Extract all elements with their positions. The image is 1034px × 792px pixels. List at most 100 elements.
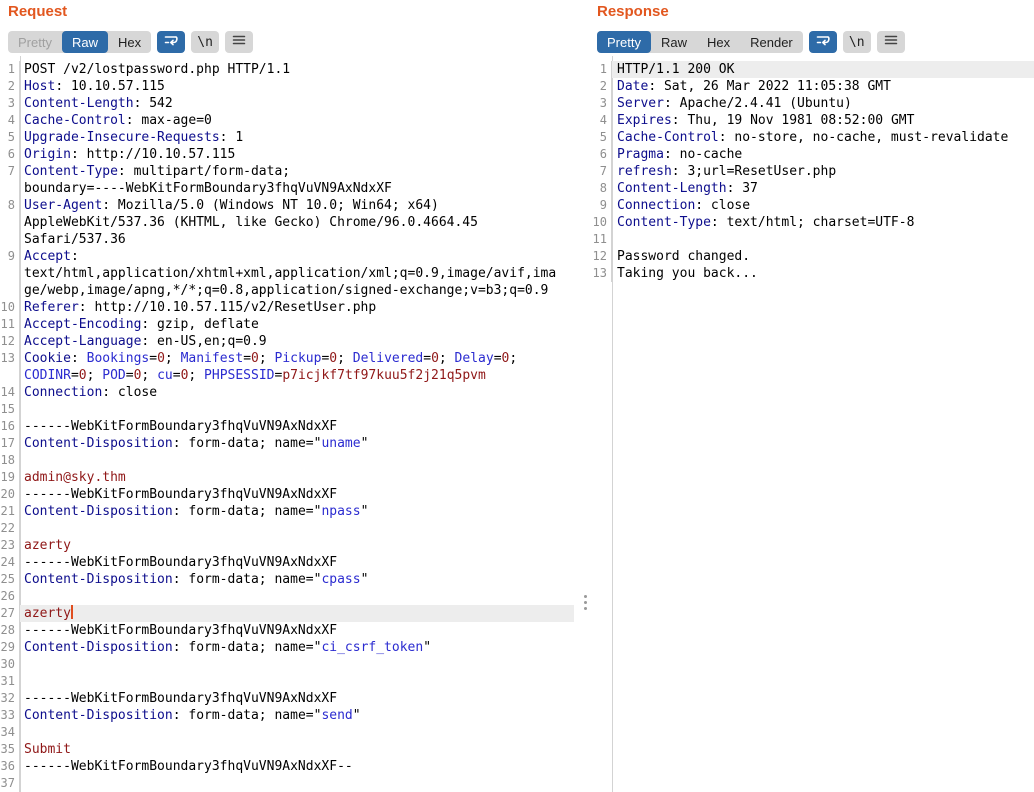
response-tab-pretty[interactable]: Pretty — [597, 31, 651, 53]
request-line-wrap: boundary=----WebKitFormBoundary3fhqVuVN9… — [0, 180, 589, 197]
request-tab-group: PrettyRawHex — [8, 31, 151, 53]
request-line-content[interactable]: Referer: http://10.10.57.115/v2/ResetUse… — [20, 299, 574, 316]
request-line-10: 10Referer: http://10.10.57.115/v2/ResetU… — [0, 299, 589, 316]
request-line-content[interactable]: Accept-Encoding: gzip, deflate — [20, 316, 574, 333]
line-number: 30 — [0, 656, 20, 673]
request-line-content[interactable]: Host: 10.10.57.115 — [20, 78, 574, 95]
request-line-content[interactable] — [20, 724, 574, 741]
request-line-content[interactable]: Safari/537.36 — [20, 231, 574, 248]
request-line-content[interactable]: Origin: http://10.10.57.115 — [20, 146, 574, 163]
response-line-9: 9Connection: close — [589, 197, 1034, 214]
response-panel-title: Response — [597, 3, 669, 20]
wrap-lines-button[interactable] — [809, 31, 837, 53]
line-number: 28 — [0, 622, 20, 639]
request-line-content[interactable] — [20, 588, 574, 605]
request-line-content[interactable]: Content-Disposition: form-data; name="un… — [20, 435, 574, 452]
request-line-35: 35Submit — [0, 741, 589, 758]
line-number: 6 — [589, 146, 612, 163]
request-line-content[interactable]: azerty — [20, 537, 574, 554]
request-line-content[interactable]: User-Agent: Mozilla/5.0 (Windows NT 10.0… — [20, 197, 574, 214]
response-line-content[interactable]: Taking you back... — [612, 265, 1034, 282]
request-line-21: 21Content-Disposition: form-data; name="… — [0, 503, 589, 520]
request-line-content[interactable]: ------WebKitFormBoundary3fhqVuVN9AxNdxXF… — [20, 758, 574, 775]
request-tab-raw[interactable]: Raw — [62, 31, 108, 53]
response-line-content[interactable]: Cache-Control: no-store, no-cache, must-… — [612, 129, 1034, 146]
request-line-content[interactable]: ------WebKitFormBoundary3fhqVuVN9AxNdxXF — [20, 486, 574, 503]
request-line-content[interactable]: Cache-Control: max-age=0 — [20, 112, 574, 129]
request-line-content[interactable]: AppleWebKit/537.36 (KHTML, like Gecko) C… — [20, 214, 574, 231]
request-line-content[interactable]: Content-Type: multipart/form-data; — [20, 163, 574, 180]
line-number: 8 — [0, 197, 20, 214]
show-newlines-button[interactable]: \n — [191, 31, 219, 53]
request-line-content[interactable]: Content-Disposition: form-data; name="ci… — [20, 639, 574, 656]
response-line-content[interactable]: refresh: 3;url=ResetUser.php — [612, 163, 1034, 180]
request-line-content[interactable] — [20, 775, 574, 792]
request-line-content[interactable]: Submit — [20, 741, 574, 758]
line-number: 11 — [0, 316, 20, 333]
request-editor[interactable]: 1POST /v2/lostpassword.php HTTP/1.12Host… — [0, 61, 589, 792]
show-newlines-button[interactable]: \n — [843, 31, 871, 53]
response-tab-raw[interactable]: Raw — [651, 31, 697, 53]
request-tab-hex[interactable]: Hex — [108, 31, 151, 53]
response-line-content[interactable]: Pragma: no-cache — [612, 146, 1034, 163]
request-line-content[interactable]: Content-Disposition: form-data; name="se… — [20, 707, 574, 724]
request-line-content[interactable] — [20, 520, 574, 537]
editor-menu-button[interactable] — [225, 31, 253, 53]
request-panel-title: Request — [8, 3, 67, 20]
request-line-25: 25Content-Disposition: form-data; name="… — [0, 571, 589, 588]
request-line-wrap: ge/webp,image/apng,*/*;q=0.8,application… — [0, 282, 589, 299]
response-line-7: 7refresh: 3;url=ResetUser.php — [589, 163, 1034, 180]
editor-menu-button[interactable] — [877, 31, 905, 53]
response-line-content[interactable]: Content-Type: text/html; charset=UTF-8 — [612, 214, 1034, 231]
request-line-content[interactable]: POST /v2/lostpassword.php HTTP/1.1 — [20, 61, 574, 78]
wrap-lines-icon — [815, 32, 831, 53]
request-line-content[interactable]: ------WebKitFormBoundary3fhqVuVN9AxNdxXF — [20, 554, 574, 571]
response-tab-render[interactable]: Render — [740, 31, 803, 53]
request-line-22: 22 — [0, 520, 589, 537]
request-line-content[interactable]: Upgrade-Insecure-Requests: 1 — [20, 129, 574, 146]
response-line-content[interactable] — [612, 231, 1034, 248]
line-number: 19 — [0, 469, 20, 486]
response-line-content[interactable]: Content-Length: 37 — [612, 180, 1034, 197]
request-line-content[interactable]: azerty — [20, 605, 574, 622]
request-line-content[interactable]: Accept: — [20, 248, 574, 265]
request-line-content[interactable]: CODINR=0; POD=0; cu=0; PHPSESSID=p7icjkf… — [20, 367, 574, 384]
request-line-content[interactable] — [20, 452, 574, 469]
response-line-content[interactable]: Date: Sat, 26 Mar 2022 11:05:38 GMT — [612, 78, 1034, 95]
panel-resize-grip[interactable] — [582, 593, 589, 612]
request-line-content[interactable]: admin@sky.thm — [20, 469, 574, 486]
request-line-content[interactable]: text/html,application/xhtml+xml,applicat… — [20, 265, 574, 282]
request-line-content[interactable] — [20, 401, 574, 418]
request-tab-pretty[interactable]: Pretty — [8, 31, 62, 53]
line-number: 11 — [589, 231, 612, 248]
response-line-content[interactable]: HTTP/1.1 200 OK — [612, 61, 1034, 78]
request-line-19: 19admin@sky.thm — [0, 469, 589, 486]
request-line-content[interactable] — [20, 673, 574, 690]
request-line-content[interactable]: Content-Disposition: form-data; name="cp… — [20, 571, 574, 588]
request-line-content[interactable]: boundary=----WebKitFormBoundary3fhqVuVN9… — [20, 180, 574, 197]
request-line-content[interactable] — [20, 656, 574, 673]
request-line-29: 29Content-Disposition: form-data; name="… — [0, 639, 589, 656]
response-tab-hex[interactable]: Hex — [697, 31, 740, 53]
request-line-content[interactable]: ge/webp,image/apng,*/*;q=0.8,application… — [20, 282, 574, 299]
line-number: 15 — [0, 401, 20, 418]
request-line-content[interactable]: ------WebKitFormBoundary3fhqVuVN9AxNdxXF — [20, 418, 574, 435]
request-line-content[interactable]: Accept-Language: en-US,en;q=0.9 — [20, 333, 574, 350]
response-line-content[interactable]: Connection: close — [612, 197, 1034, 214]
hamburger-menu-icon — [883, 32, 899, 53]
line-number: 1 — [0, 61, 20, 78]
request-line-content[interactable]: ------WebKitFormBoundary3fhqVuVN9AxNdxXF — [20, 690, 574, 707]
request-line-content[interactable]: ------WebKitFormBoundary3fhqVuVN9AxNdxXF — [20, 622, 574, 639]
request-line-content[interactable]: Content-Length: 542 — [20, 95, 574, 112]
response-line-11: 11 — [589, 231, 1034, 248]
request-line-content[interactable]: Connection: close — [20, 384, 574, 401]
response-line-content[interactable]: Password changed. — [612, 248, 1034, 265]
request-line-8: 8User-Agent: Mozilla/5.0 (Windows NT 10.… — [0, 197, 589, 214]
wrap-lines-button[interactable] — [157, 31, 185, 53]
line-number: 25 — [0, 571, 20, 588]
response-line-content[interactable]: Server: Apache/2.4.41 (Ubuntu) — [612, 95, 1034, 112]
response-viewer[interactable]: 1HTTP/1.1 200 OK2Date: Sat, 26 Mar 2022 … — [589, 61, 1034, 282]
request-line-content[interactable]: Cookie: Bookings=0; Manifest=0; Pickup=0… — [20, 350, 574, 367]
response-line-content[interactable]: Expires: Thu, 19 Nov 1981 08:52:00 GMT — [612, 112, 1034, 129]
request-line-content[interactable]: Content-Disposition: form-data; name="np… — [20, 503, 574, 520]
